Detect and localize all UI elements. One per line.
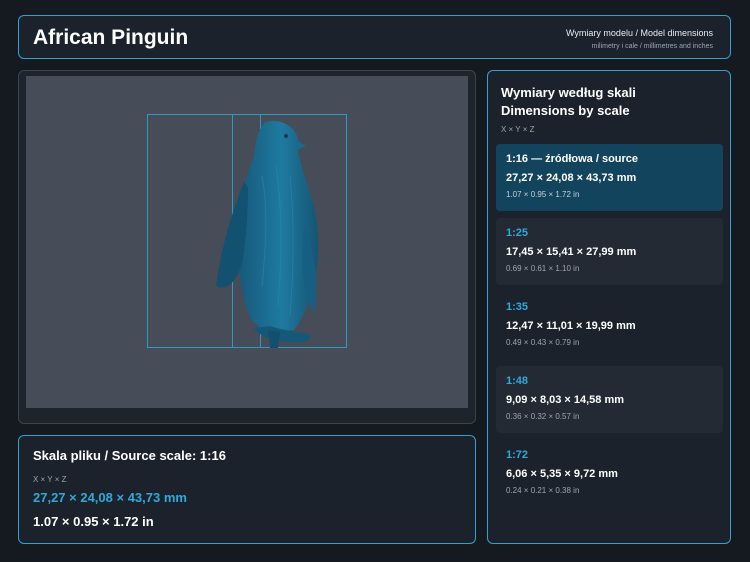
scale-label: 1:35 (506, 301, 529, 313)
scale-mm: 27,27 × 24,08 × 43,73 mm (506, 172, 637, 184)
dimensions-axes: X × Y × Z (501, 125, 535, 134)
scale-card-1-25[interactable]: 1:25 17,45 × 15,41 × 27,99 mm 0.69 × 0.6… (496, 218, 723, 285)
dimensions-panel: Wymiary według skali Dimensions by scale… (487, 70, 731, 544)
scale-mm: 9,09 × 8,03 × 14,58 mm (506, 394, 625, 406)
source-scale-axes: X × Y × Z (33, 475, 67, 484)
model-viewer[interactable] (18, 70, 476, 424)
scale-label: 1:16 — źródłowa / source (506, 153, 639, 165)
penguin-model (216, 120, 319, 348)
scale-mm: 17,45 × 15,41 × 27,99 mm (506, 246, 637, 258)
scale-label: 1:72 (506, 449, 529, 461)
scale-mm: 12,47 × 11,01 × 19,99 mm (506, 320, 636, 332)
scale-card-1-35[interactable]: 1:35 12,47 × 11,01 × 19,99 mm 0.49 × 0.4… (496, 292, 723, 359)
viewer-canvas[interactable] (26, 76, 468, 408)
scale-inches: 0.36 × 0.32 × 0.57 in (506, 412, 580, 421)
source-scale-inches: 1.07 × 0.95 × 1.72 in (33, 514, 154, 529)
scale-card-1-16[interactable]: 1:16 — źródłowa / source 27,27 × 24,08 ×… (496, 144, 723, 211)
scale-inches: 0.49 × 0.43 × 0.79 in (506, 338, 580, 347)
scale-inches: 1.07 × 0.95 × 1.72 in (506, 190, 580, 199)
dimensions-title: Wymiary według skali Dimensions by scale (501, 85, 636, 118)
scale-label: 1:48 (506, 375, 529, 387)
header-subtitle: Wymiary modelu / Model dimensions (566, 28, 713, 38)
scale-card-1-72[interactable]: 1:72 6,06 × 5,35 × 9,72 mm 0.24 × 0.21 ×… (496, 440, 723, 507)
scale-label: 1:25 (506, 227, 529, 239)
header-panel: African Pinguin Wymiary modelu / Model d… (18, 15, 731, 59)
scale-card-1-48[interactable]: 1:48 9,09 × 8,03 × 14,58 mm 0.36 × 0.32 … (496, 366, 723, 433)
page-title: African Pinguin (33, 26, 189, 49)
scale-inches: 0.69 × 0.61 × 1.10 in (506, 264, 580, 273)
scale-inches: 0.24 × 0.21 × 0.38 in (506, 486, 580, 495)
header-units-note: milimetry i cale / millimetres and inche… (591, 43, 713, 50)
source-scale-card: Skala pliku / Source scale: 1:16 X × Y ×… (18, 435, 476, 544)
source-scale-title: Skala pliku / Source scale: 1:16 (33, 448, 226, 463)
source-scale-mm: 27,27 × 24,08 × 43,73 mm (33, 490, 187, 505)
scale-mm: 6,06 × 5,35 × 9,72 mm (506, 468, 618, 480)
